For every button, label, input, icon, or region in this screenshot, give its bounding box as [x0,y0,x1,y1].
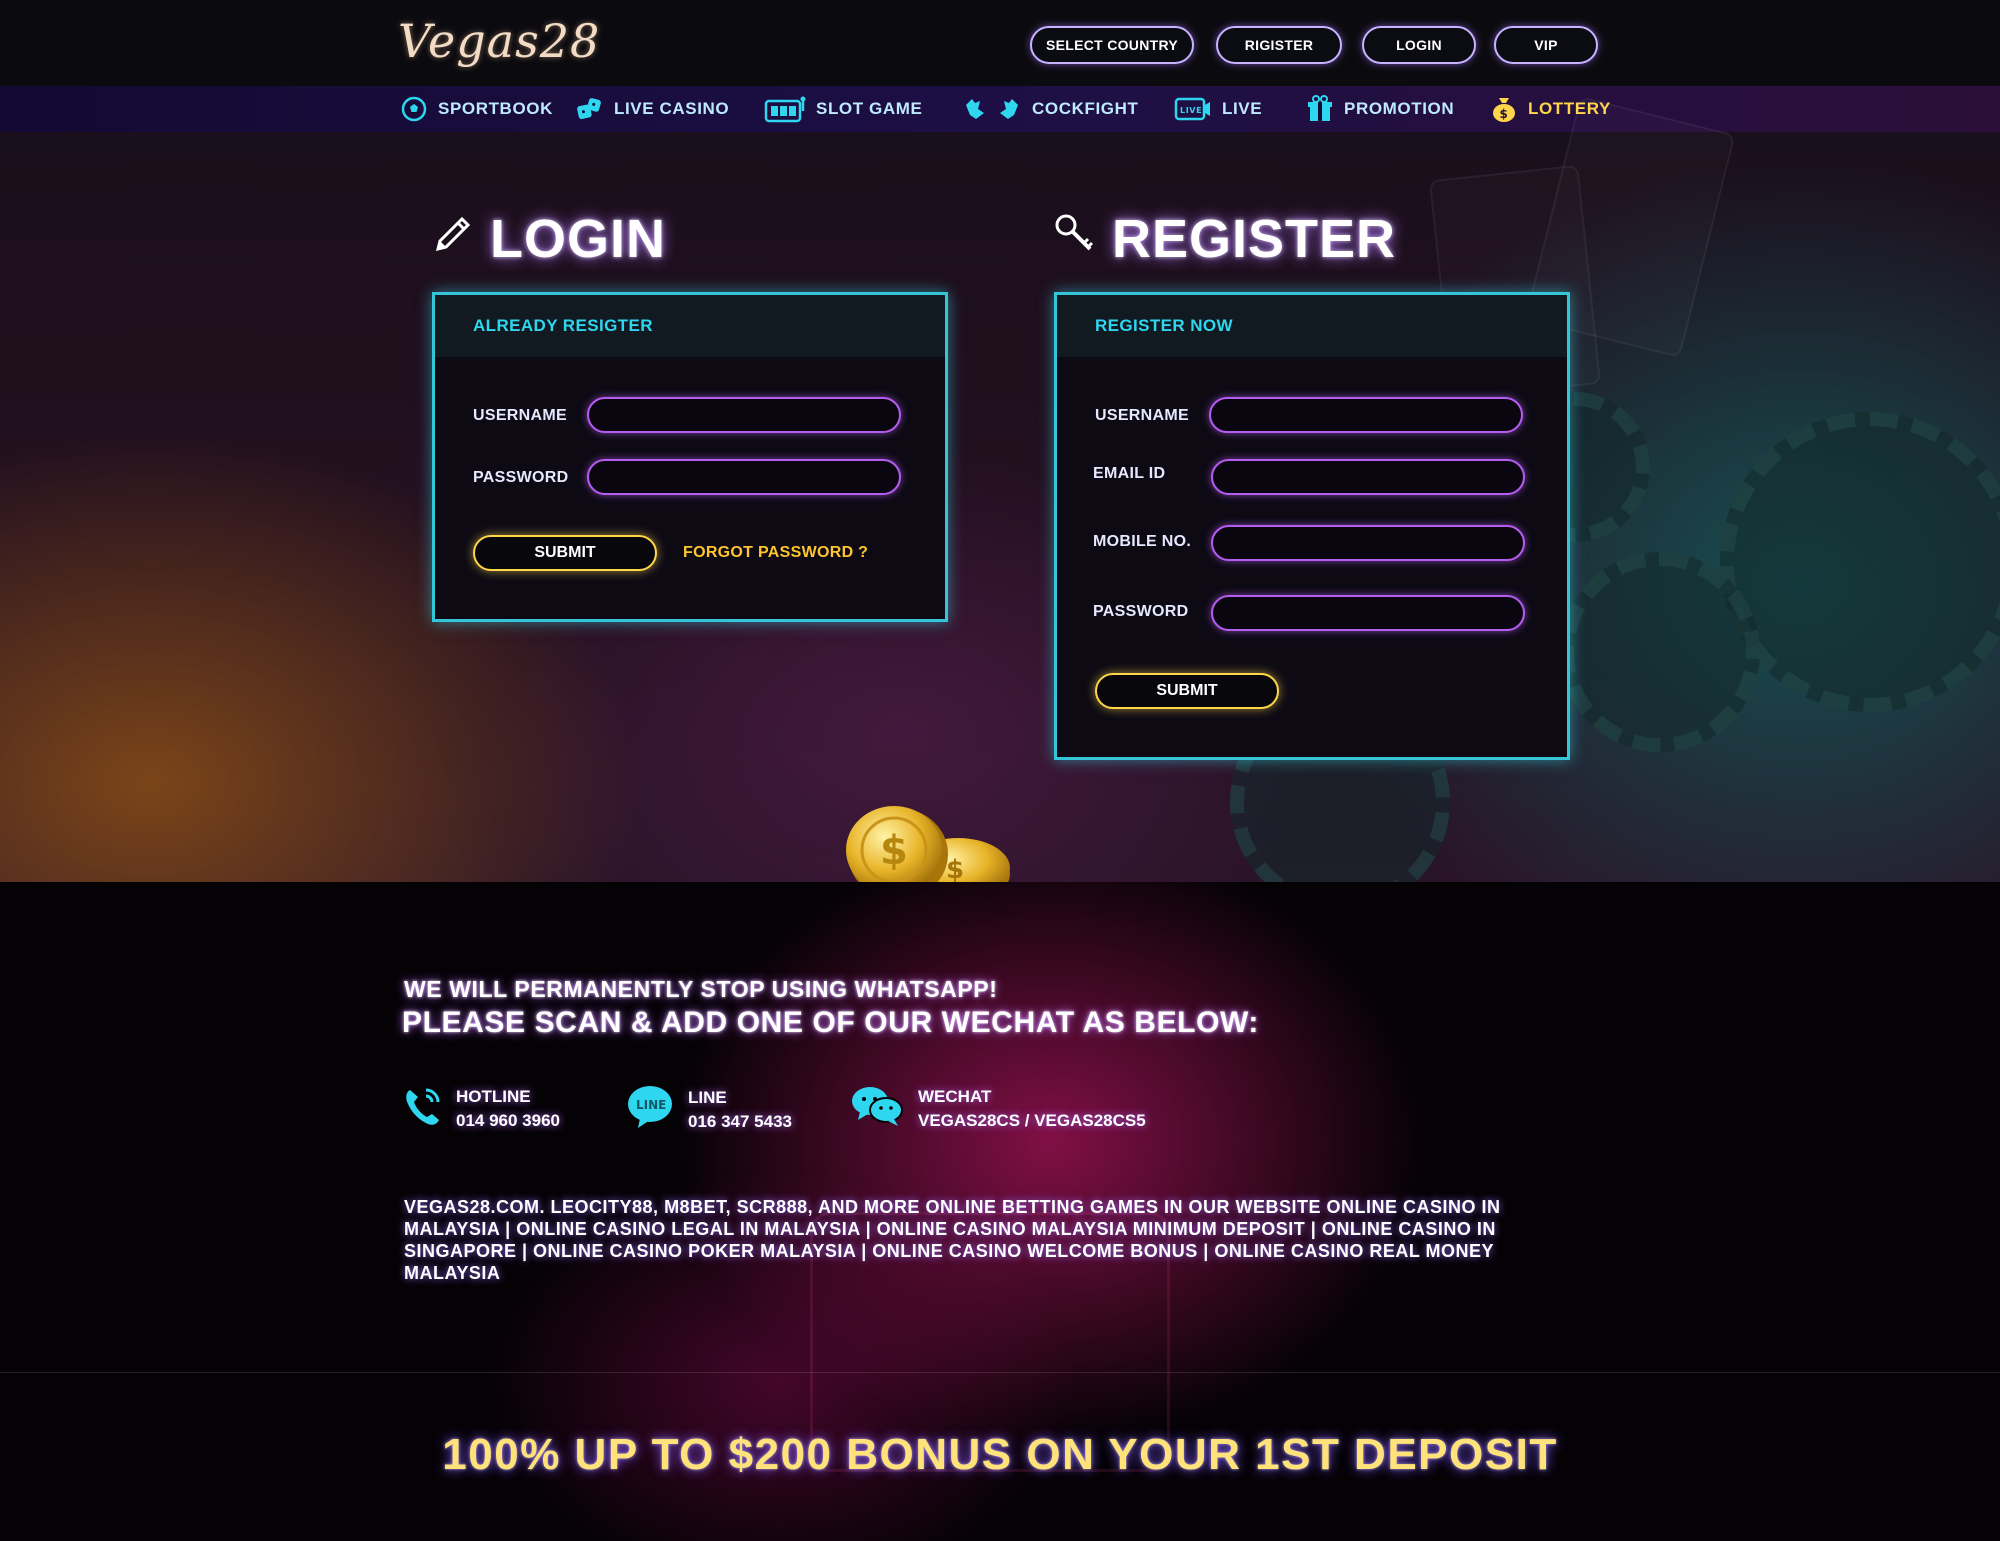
svg-text:$: $ [1500,107,1509,121]
soccer-ball-icon [400,95,428,123]
key-icon [1052,208,1098,270]
nav-label: COCKFIGHT [1032,99,1139,118]
login-username-input[interactable] [587,397,901,433]
nav-label: LIVE [1222,99,1263,118]
site-logo[interactable]: Vegas28 [398,14,600,68]
nav-item-live[interactable]: LIVE LIVE [1174,86,1262,132]
live-tv-icon: LIVE [1174,95,1212,123]
vip-button[interactable]: VIP [1494,26,1598,64]
login-password-input[interactable] [587,459,901,495]
nav-label: LIVE CASINO [614,99,730,118]
footer-divider [0,1372,2000,1373]
register-password-input[interactable] [1211,595,1525,631]
register-email-label: EMAIL ID [1093,465,1166,482]
footer: WE WILL PERMANENTLY STOP USING WHATSAPP!… [0,882,2000,1541]
seo-keywords-text: VEGAS28.COM. LEOCITY88, M8BET, SCR888, A… [404,1197,1501,1283]
rooster-icon [962,95,1022,123]
login-submit-button[interactable]: SUBMIT [473,535,657,571]
wechat-icon [850,1084,904,1133]
top-header: Vegas28 SELECT COUNTRY RIGISTER LOGIN VI… [0,0,2000,86]
hotline-number: 014 960 3960 [456,1110,560,1130]
hotline-label: HOTLINE [456,1086,531,1106]
register-mobile-input[interactable] [1211,525,1525,561]
line-icon: LINE [626,1084,674,1135]
pencil-icon [430,208,476,270]
register-title: REGISTER [1112,209,1397,269]
login-panel: ALREADY RESIGTER USERNAME PASSWORD SUBMI… [432,292,948,622]
bonus-banner[interactable]: 100% UP TO $200 BONUS ON YOUR 1ST DEPOSI… [0,1430,2000,1480]
register-email-input[interactable] [1211,459,1525,495]
nav-item-live-casino[interactable]: LIVE CASINO [576,86,729,132]
register-submit-button[interactable]: SUBMIT [1095,673,1279,709]
line-label: LINE [688,1087,727,1107]
hotline-text: HOTLINE 014 960 3960 [456,1087,560,1131]
nav-label: SPORTBOOK [438,99,553,118]
svg-text:$: $ [880,828,908,874]
line-icon-text: LINE [636,1098,666,1112]
dice-icon [576,95,604,123]
money-bag-icon: $ [1490,95,1518,123]
hero-section: LOGIN REGISTER ALREADY RESIGTER USERNAME… [0,96,2000,912]
gift-icon [1306,95,1334,123]
register-username-input[interactable] [1209,397,1523,433]
svg-text:LIVE: LIVE [1180,106,1202,115]
casino-chip-decoration [1560,552,1760,752]
nav-label: SLOT GAME [816,99,923,118]
register-mobile-label: MOBILE NO. [1093,533,1192,550]
svg-text:$: $ [946,855,964,885]
login-heading: LOGIN [430,208,666,270]
line-contact[interactable]: LINE LINE 016 347 5433 [626,1084,792,1135]
hotline-contact[interactable]: HOTLINE 014 960 3960 [402,1084,560,1133]
login-title: LOGIN [490,209,666,269]
nav-item-slot-game[interactable]: SLOT GAME [764,86,922,132]
register-password-label: PASSWORD [1093,603,1189,620]
line-text: LINE 016 347 5433 [688,1088,792,1132]
nav-label: PROMOTION [1344,99,1455,118]
register-username-label: USERNAME [1095,407,1189,424]
login-top-button[interactable]: LOGIN [1362,26,1476,64]
wechat-label: WECHAT [918,1086,992,1106]
register-heading: REGISTER [1052,208,1396,270]
register-top-button[interactable]: RIGISTER [1216,26,1342,64]
wechat-ids: VEGAS28CS / VEGAS28CS5 [918,1110,1146,1130]
nav-item-promotion[interactable]: PROMOTION [1306,86,1454,132]
login-panel-heading: ALREADY RESIGTER [435,295,945,357]
wechat-text: WECHAT VEGAS28CS / VEGAS28CS5 [918,1087,1146,1131]
phone-icon [402,1084,442,1133]
notice-line-2: PLEASE SCAN & ADD ONE OF OUR WECHAT AS B… [402,1006,1260,1039]
casino-chip-decoration [1720,412,2000,712]
login-username-label: USERNAME [473,407,567,424]
nav-item-sportbook[interactable]: SPORTBOOK [400,86,553,132]
forgot-password-link[interactable]: FORGOT PASSWORD ? [683,544,868,562]
login-password-label: PASSWORD [473,469,569,486]
select-country-button[interactable]: SELECT COUNTRY [1030,26,1194,64]
line-number: 016 347 5433 [688,1111,792,1131]
register-panel: REGISTER NOW USERNAME EMAIL ID MOBILE NO… [1054,292,1570,760]
notice-line-1: WE WILL PERMANENTLY STOP USING WHATSAPP! [404,976,998,1002]
nav-item-cockfight[interactable]: COCKFIGHT [962,86,1138,132]
register-panel-heading: REGISTER NOW [1057,295,1567,357]
wechat-contact[interactable]: WECHAT VEGAS28CS / VEGAS28CS5 [850,1084,1146,1133]
slot-machine-icon [764,95,806,123]
